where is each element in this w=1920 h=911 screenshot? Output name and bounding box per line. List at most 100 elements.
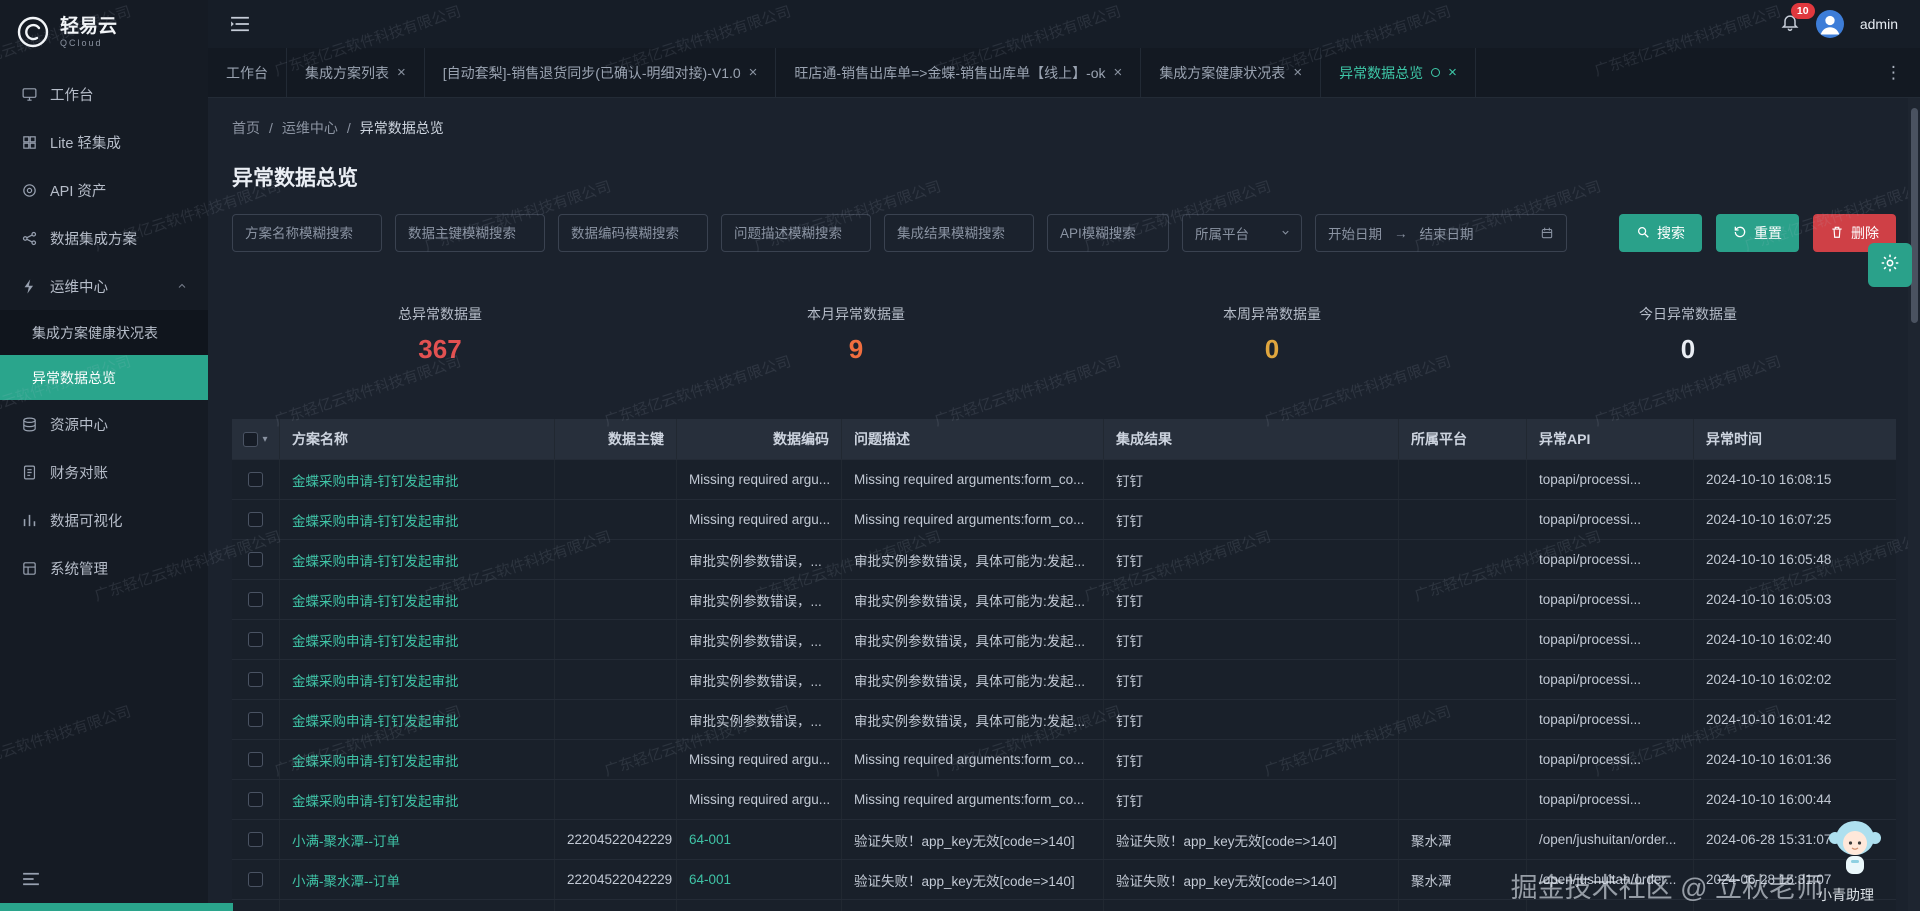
select-all-checkbox[interactable]	[243, 431, 259, 447]
refresh-icon[interactable]	[1431, 68, 1441, 77]
horizontal-scrollbar-thumb[interactable]	[0, 903, 233, 911]
tab-sales-return-sync[interactable]: [自动套梨]-销售退货同步(已确认-明细对接)-V1.0 ×	[425, 48, 777, 97]
tab-options-icon[interactable]: ⋮	[1867, 48, 1920, 97]
platform-select-placeholder: 所属平台	[1195, 227, 1249, 242]
problem-desc-search-input[interactable]	[721, 214, 871, 252]
row-checkbox[interactable]	[248, 792, 263, 807]
close-icon[interactable]: ×	[1293, 65, 1302, 80]
cell-plan-name[interactable]: 金蝶采购申请-钉钉发起审批	[280, 620, 555, 659]
cell-exception-api: /open/jushuitan/order...	[1527, 860, 1694, 899]
close-icon[interactable]: ×	[397, 65, 406, 80]
table-row: 金蝶采购申请-钉钉发起审批 审批实例参数错误，... 审批实例参数错误，具体可能…	[232, 620, 1896, 660]
topbar: 10 admin	[208, 0, 1920, 48]
vertical-scrollbar-thumb[interactable]	[1911, 108, 1918, 323]
cell-problem-desc: 审批实例参数错误，具体可能为:发起...	[842, 580, 1104, 619]
cell-plan-name[interactable]: 金蝶采购申请-钉钉发起审批	[280, 540, 555, 579]
row-checkbox[interactable]	[248, 712, 263, 727]
sidebar-item-label: 集成方案健康状况表	[32, 324, 158, 341]
cell-problem-desc: Missing required arguments:form_co...	[842, 780, 1104, 819]
stat-value: 0	[1680, 334, 1696, 364]
close-icon[interactable]: ×	[1448, 65, 1457, 80]
cell-problem-desc: 审批实例参数错误，具体可能为:发起...	[842, 540, 1104, 579]
cell-platform	[1399, 460, 1527, 499]
sidebar-item-finance-reconciliation[interactable]: 财务对账	[0, 448, 208, 496]
row-checkbox[interactable]	[248, 872, 263, 887]
cell-plan-name[interactable]: 金蝶采购申请-钉钉发起审批	[280, 500, 555, 539]
sidebar-item-api-assets[interactable]: API 资产	[0, 166, 208, 214]
username[interactable]: admin	[1860, 16, 1898, 32]
theme-settings-button[interactable]	[1868, 243, 1912, 287]
tab-plan-health-table[interactable]: 集成方案健康状况表 ×	[1141, 48, 1322, 97]
notifications-button[interactable]: 10	[1780, 2, 1815, 37]
row-checkbox[interactable]	[248, 472, 263, 487]
select-all-caret-icon[interactable]: ▾	[262, 434, 267, 445]
lightning-icon	[20, 277, 38, 295]
cell-exception-time: 2024-10-10 16:05:03	[1706, 592, 1832, 607]
cell-plan-name[interactable]: 小满-聚水潭--订单	[280, 900, 555, 911]
cell-data-code[interactable]: 64-001	[677, 820, 842, 859]
tab-exception-overview[interactable]: 异常数据总览 ×	[1321, 48, 1476, 97]
cell-data-code[interactable]: 64-001	[677, 900, 842, 911]
integration-result-search-input[interactable]	[884, 214, 1034, 252]
sidebar-item-lite-integration[interactable]: Lite 轻集成	[0, 118, 208, 166]
sidebar-item-ops-center[interactable]: 运维中心	[0, 262, 208, 310]
tab-label: 集成方案列表	[305, 64, 389, 81]
sidebar-item-plan-health-table[interactable]: 集成方案健康状况表	[0, 310, 208, 355]
cell-problem-desc: 审批实例参数错误，具体可能为:发起...	[842, 700, 1104, 739]
sidebar-item-data-visualization[interactable]: 数据可视化	[0, 496, 208, 544]
cell-data-code: 审批实例参数错误，...	[677, 540, 842, 579]
breadcrumb-home[interactable]: 首页	[232, 118, 260, 138]
hamburger-icon	[22, 872, 40, 890]
sidebar-item-data-integration-plans[interactable]: 数据集成方案	[0, 214, 208, 262]
sidebar-item-exception-overview[interactable]: 异常数据总览	[0, 355, 208, 400]
cell-integration-result: 钉钉	[1104, 700, 1399, 739]
cell-plan-name[interactable]: 金蝶采购申请-钉钉发起审批	[280, 740, 555, 779]
tab-workbench[interactable]: 工作台	[208, 48, 287, 97]
api-search-input[interactable]	[1047, 214, 1169, 252]
cell-plan-name[interactable]: 金蝶采购申请-钉钉发起审批	[280, 660, 555, 699]
tab-wdt-outbound[interactable]: 旺店通-销售出库单=>金蝶-销售出库单【线上】-ok ×	[776, 48, 1142, 97]
breadcrumb-current: 异常数据总览	[359, 120, 444, 136]
avatar[interactable]	[1815, 10, 1844, 38]
cell-plan-name[interactable]: 小满-聚水潭--订单	[280, 820, 555, 859]
close-icon[interactable]: ×	[1114, 65, 1123, 80]
row-checkbox[interactable]	[248, 752, 263, 767]
row-checkbox[interactable]	[248, 632, 263, 647]
table-row: 小满-聚水潭--订单 22204522042229 64-001 验证失败！ap…	[232, 860, 1896, 900]
column-header-time: 异常时间	[1706, 431, 1762, 447]
row-checkbox[interactable]	[248, 512, 263, 527]
table-row: 金蝶采购申请-钉钉发起审批 审批实例参数错误，... 审批实例参数错误，具体可能…	[232, 660, 1896, 700]
cell-problem-desc: 审批实例参数错误，具体可能为:发起...	[842, 620, 1104, 659]
plan-name-search-input[interactable]	[232, 214, 382, 252]
close-icon[interactable]: ×	[749, 65, 758, 80]
row-checkbox[interactable]	[248, 592, 263, 607]
sidebar-item-resource-center[interactable]: 资源中心	[0, 400, 208, 448]
cell-problem-desc: 验证失败！app_key无效[code=>140]	[842, 860, 1104, 899]
cell-plan-name[interactable]: 金蝶采购申请-钉钉发起审批	[280, 780, 555, 819]
data-code-search-input[interactable]	[558, 214, 708, 252]
cell-plan-name[interactable]: 金蝶采购申请-钉钉发起审批	[280, 700, 555, 739]
search-button[interactable]: 搜索	[1619, 214, 1702, 252]
data-key-search-input[interactable]	[395, 214, 545, 252]
cell-exception-api: topapi/processi...	[1527, 660, 1694, 699]
sidebar-item-workbench[interactable]: 工作台	[0, 70, 208, 118]
cell-plan-name[interactable]: 金蝶采购申请-钉钉发起审批	[280, 460, 555, 499]
platform-select[interactable]: 所属平台	[1182, 214, 1302, 252]
cell-plan-name[interactable]: 金蝶采购申请-钉钉发起审批	[280, 580, 555, 619]
cell-plan-name[interactable]: 小满-聚水潭--订单	[280, 860, 555, 899]
menu-fold-icon[interactable]	[230, 16, 250, 32]
row-checkbox[interactable]	[248, 552, 263, 567]
sidebar-item-system-management[interactable]: 系统管理	[0, 544, 208, 592]
monitor-icon	[20, 85, 38, 103]
cell-exception-time: 2024-10-10 16:08:15	[1706, 472, 1832, 487]
reset-button[interactable]: 重置	[1716, 214, 1799, 252]
tab-plan-list[interactable]: 集成方案列表 ×	[287, 48, 425, 97]
tab-label: 工作台	[226, 64, 268, 81]
vertical-scrollbar[interactable]	[1908, 98, 1920, 911]
target-icon	[20, 181, 38, 199]
row-checkbox[interactable]	[248, 672, 263, 687]
cell-data-code[interactable]: 64-001	[677, 860, 842, 899]
date-range-picker[interactable]: 开始日期 → 结束日期	[1315, 214, 1567, 252]
row-checkbox[interactable]	[248, 832, 263, 847]
cell-platform	[1399, 500, 1527, 539]
